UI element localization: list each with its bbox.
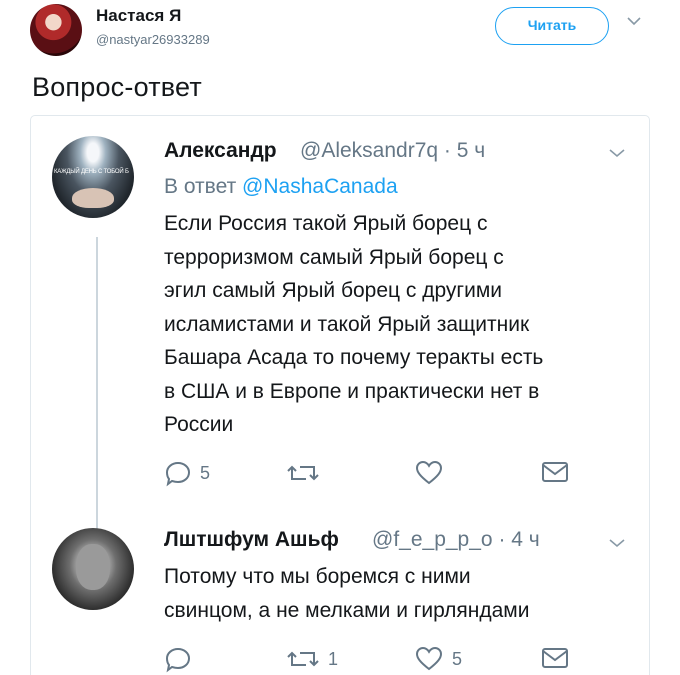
tweet-author-handle[interactable]: @Aleksandr7q xyxy=(300,139,438,162)
reply-icon xyxy=(165,647,191,673)
tweet-time[interactable]: · 5 ч xyxy=(444,139,485,162)
author-name[interactable]: Настася Я xyxy=(96,6,181,26)
tweet-meta: @f_e_p_p_o · 4 ч xyxy=(372,528,540,552)
retweet-button[interactable] xyxy=(286,459,328,487)
author-avatar[interactable] xyxy=(30,4,82,56)
direct-message-icon xyxy=(542,648,568,668)
thread-connector-line xyxy=(96,237,98,529)
tweet-time[interactable]: · 4 ч xyxy=(498,528,539,551)
avatar[interactable]: КАЖДЫЙ ДЕНЬ С ТОБОЙ Б xyxy=(52,136,134,218)
tweet-body: Если Россия такой Ярый борец с терроризм… xyxy=(164,212,544,436)
follow-button[interactable]: Читать xyxy=(495,7,609,45)
like-icon xyxy=(415,646,443,671)
like-count: 5 xyxy=(452,648,463,669)
like-button[interactable]: 5 xyxy=(414,645,462,673)
chevron-down-icon[interactable] xyxy=(626,14,642,32)
retweet-icon xyxy=(287,651,319,667)
reply-button[interactable]: 5 xyxy=(164,459,210,487)
like-button[interactable] xyxy=(414,459,452,487)
reply-context: В ответ @NashaCanada xyxy=(164,175,398,198)
tweet-meta: @Aleksandr7q · 5 ч xyxy=(300,139,485,163)
reply-button[interactable] xyxy=(164,645,200,673)
direct-message-button[interactable] xyxy=(540,459,570,485)
like-icon xyxy=(415,460,443,485)
tweet-text: Вопрос-ответ xyxy=(32,72,202,102)
avatar-caption: КАЖДЫЙ ДЕНЬ С ТОБОЙ Б xyxy=(54,169,129,175)
avatar[interactable] xyxy=(52,528,134,610)
reply-icon xyxy=(165,461,191,487)
chevron-down-icon[interactable] xyxy=(608,146,626,164)
chevron-down-icon[interactable] xyxy=(608,536,626,554)
retweet-count: 1 xyxy=(328,648,339,669)
mention-link[interactable]: @NashaCanada xyxy=(242,175,398,198)
tweet-author-handle[interactable]: @f_e_p_p_o xyxy=(372,528,493,551)
retweet-button[interactable]: 1 xyxy=(286,645,338,673)
direct-message-icon xyxy=(542,462,568,482)
author-handle[interactable]: @nastyar26933289 xyxy=(96,32,210,47)
tweet-author-name[interactable]: Лштшфум Ашьф xyxy=(164,528,339,552)
retweet-icon xyxy=(287,465,319,481)
direct-message-button[interactable] xyxy=(540,645,570,671)
tweet-body: Потому что мы боремся с ними свинцом, а … xyxy=(164,565,530,622)
reply-count: 5 xyxy=(200,462,211,483)
tweet-author-name[interactable]: Александр xyxy=(164,139,277,163)
